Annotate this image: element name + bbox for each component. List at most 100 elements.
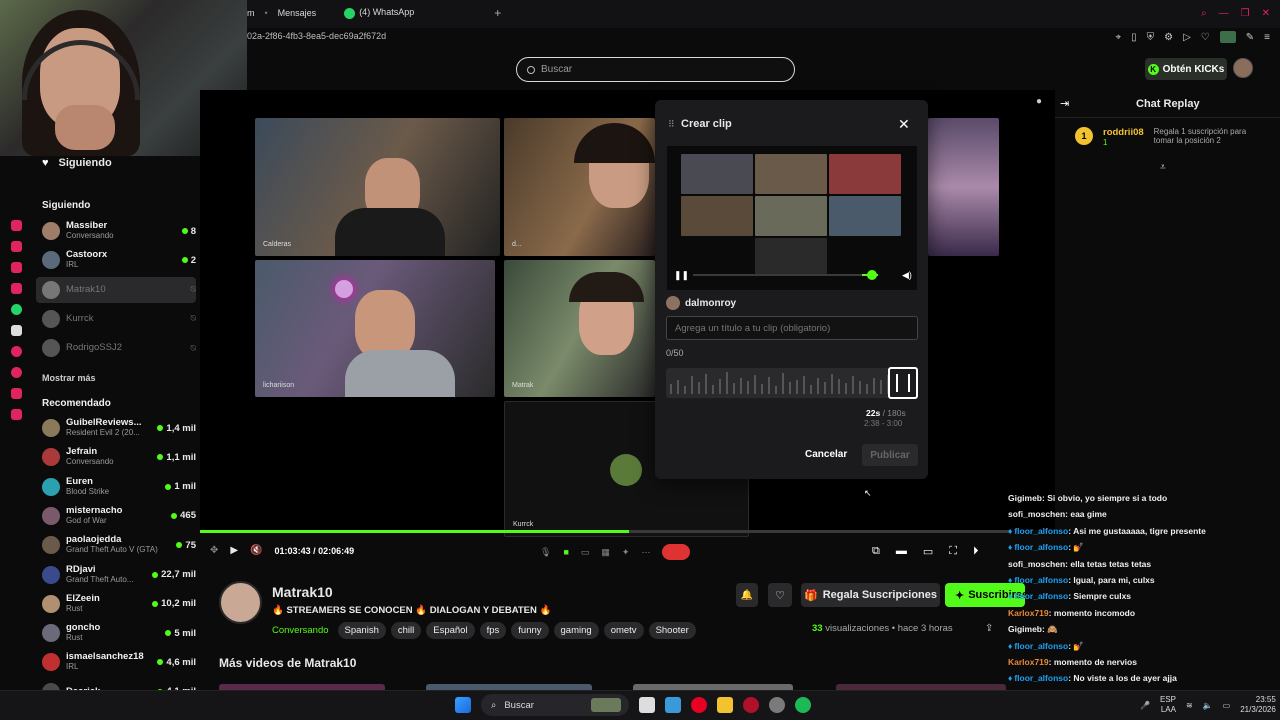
file-explorer-icon[interactable] xyxy=(717,697,733,713)
gift-rail-icon[interactable] xyxy=(10,388,22,399)
fullscreen-icon[interactable]: ⛶ xyxy=(949,545,957,558)
clock[interactable]: 23:55 21/3/2026 xyxy=(1240,695,1276,715)
favorite-icon[interactable]: ♡ xyxy=(1201,32,1210,43)
streamer-name[interactable]: Matrak10 xyxy=(272,584,333,600)
share-screen-icon[interactable]: ▭ xyxy=(581,547,590,558)
channel-row[interactable]: Euren Blood Strike 1 mil xyxy=(36,474,196,500)
chat-username[interactable]: Karlox719 xyxy=(1008,657,1049,667)
profile-avatar[interactable] xyxy=(1219,31,1236,43)
browse-icon[interactable] xyxy=(10,241,22,252)
shield-icon[interactable]: ⛨ xyxy=(1147,32,1155,43)
tab-partial[interactable]: m xyxy=(247,8,255,18)
chat-bubble-icon[interactable]: ● xyxy=(1036,96,1042,107)
chat-icon[interactable] xyxy=(10,262,22,273)
chat-username[interactable]: sofi_moschen xyxy=(1008,509,1065,519)
minimize-icon[interactable]: — xyxy=(1219,8,1229,19)
pause-icon[interactable]: ❚❚ xyxy=(674,270,689,281)
stream-category[interactable]: Conversando xyxy=(272,625,329,636)
stream-tag[interactable]: funny xyxy=(511,622,549,639)
channel-row[interactable]: GuibelReviews... Resident Evil 2 (20... 1,… xyxy=(36,415,196,441)
restore-icon[interactable]: ❐ xyxy=(1241,8,1250,19)
camera-icon[interactable]: ■ xyxy=(563,547,568,557)
url-fragment[interactable]: 02a-2f86-4fb3-8ea5-dec69a2f672d xyxy=(247,31,386,41)
channel-row[interactable]: ismaelsanchez18 IRL 4,6 mil xyxy=(36,649,196,675)
gift-subs-button[interactable]: 🎁 Regala Suscripciones xyxy=(801,583,940,607)
battery-icon[interactable]: ▭ xyxy=(1223,701,1231,710)
mic-icon[interactable]: 🎙 xyxy=(540,547,551,558)
chat-username[interactable]: sofi_moschen xyxy=(1008,559,1065,569)
opera-gx-icon[interactable] xyxy=(743,697,759,713)
volume-icon[interactable]: 🔈 xyxy=(1203,701,1213,710)
grid-icon[interactable]: ▦ xyxy=(601,547,610,558)
clip-waveform[interactable] xyxy=(666,368,918,398)
stream-tag[interactable]: gaming xyxy=(553,622,599,639)
channel-row[interactable]: Jefrain Conversando 1,1 mil xyxy=(36,444,196,470)
store-icon[interactable] xyxy=(665,697,681,713)
drag-icon[interactable]: ✥ xyxy=(210,545,218,556)
x-icon[interactable] xyxy=(10,325,22,336)
clip-title-input[interactable] xyxy=(666,316,918,340)
menu-icon[interactable]: ≡ xyxy=(1264,32,1270,43)
chat-username[interactable]: floor_alfonso xyxy=(1014,526,1068,536)
search-tab-icon[interactable]: ⌕ xyxy=(1201,8,1207,19)
chat-username[interactable]: Gigimeb xyxy=(1008,493,1042,503)
language-indicator[interactable]: ESP LAA xyxy=(1160,695,1176,715)
windows-start-icon[interactable] xyxy=(455,697,471,713)
mic-tray-icon[interactable]: 🎤 xyxy=(1140,701,1150,710)
pinterest-icon[interactable] xyxy=(691,697,707,713)
clip-range-handle[interactable] xyxy=(888,367,918,399)
publish-button[interactable]: Publicar xyxy=(862,444,918,466)
hangup-icon[interactable] xyxy=(662,544,691,560)
play-button[interactable]: ▶ xyxy=(230,545,238,556)
channel-row[interactable]: paolaojedda Grand Theft Auto V (GTA) 75 xyxy=(36,532,196,558)
channel-row[interactable]: misternacho God of War 465 xyxy=(36,503,196,529)
share-icon[interactable]: ⇪ xyxy=(985,623,993,634)
channel-row[interactable]: goncho Rust 5 mil xyxy=(36,620,196,646)
chat-username[interactable]: Karlox719 xyxy=(1008,608,1049,618)
get-kicks-button[interactable]: K Obtén KICKs xyxy=(1145,58,1227,80)
taskbar-search[interactable]: ⌕ Buscar xyxy=(481,694,629,716)
show-more-link[interactable]: Mostrar más xyxy=(42,373,96,383)
stream-tag[interactable]: chill xyxy=(390,622,422,639)
notification-bell-icon[interactable]: 🔔 xyxy=(736,583,758,607)
chat-username[interactable]: floor_alfonso xyxy=(1014,673,1068,683)
clip-icon[interactable]: ⧉ xyxy=(872,545,880,558)
chat-username[interactable]: Gigimeb xyxy=(1008,624,1042,634)
bookmark-icon[interactable]: ▯ xyxy=(1131,32,1137,43)
stream-tag[interactable]: Español xyxy=(426,622,475,639)
obs-icon[interactable] xyxy=(769,697,785,713)
chat-username[interactable]: floor_alfonso xyxy=(1014,641,1068,651)
channel-row[interactable]: ElZeein Rust 10,2 mil xyxy=(36,591,196,617)
whatsapp-rail-icon[interactable] xyxy=(10,304,22,315)
streamer-avatar[interactable] xyxy=(219,581,262,624)
stream-tag[interactable]: Spanish xyxy=(337,622,386,639)
spotify-icon[interactable] xyxy=(795,697,811,713)
next-icon[interactable]: ⏵ xyxy=(973,545,979,558)
tool-icon[interactable]: ⚙ xyxy=(1164,32,1173,43)
channel-row[interactable]: RodrigoSSJ2 ⍉ xyxy=(36,335,196,361)
tab-mensajes[interactable]: Mensajes xyxy=(278,8,317,18)
history-icon[interactable] xyxy=(10,367,22,378)
preview-seekbar[interactable] xyxy=(693,274,878,276)
channel-row[interactable]: Kurrck ⍉ xyxy=(36,306,196,332)
cancel-button[interactable]: Cancelar xyxy=(805,449,847,460)
close-icon[interactable]: ✕ xyxy=(898,116,910,133)
mail-icon[interactable] xyxy=(10,283,22,294)
chat-username[interactable]: floor_alfonso xyxy=(1014,575,1068,585)
edit-icon[interactable]: ✎ xyxy=(1246,32,1254,43)
channel-row[interactable]: Massiber Conversando 8 xyxy=(36,218,196,244)
collapse-chat-icon[interactable]: ⇥ xyxy=(1060,97,1069,110)
user-avatar[interactable] xyxy=(1233,58,1253,78)
speaker-icon[interactable]: ◀) xyxy=(902,270,912,281)
volume-knob[interactable] xyxy=(867,270,877,280)
channel-row[interactable]: Castoorx IRL 2 xyxy=(36,247,196,273)
theater-icon[interactable]: ▬ xyxy=(896,545,907,558)
channel-row[interactable]: RDjavi Grand Theft Auto... 22,7 mil xyxy=(36,562,196,588)
live-icon[interactable] xyxy=(10,220,22,231)
chat-username[interactable]: floor_alfonso xyxy=(1014,591,1068,601)
chat-username[interactable]: floor_alfonso xyxy=(1014,542,1068,552)
new-tab-button[interactable]: + xyxy=(494,6,501,20)
stream-tag[interactable]: fps xyxy=(479,622,507,639)
stream-tag[interactable]: ometv xyxy=(603,622,644,639)
close-window-icon[interactable]: ✕ xyxy=(1262,8,1270,19)
